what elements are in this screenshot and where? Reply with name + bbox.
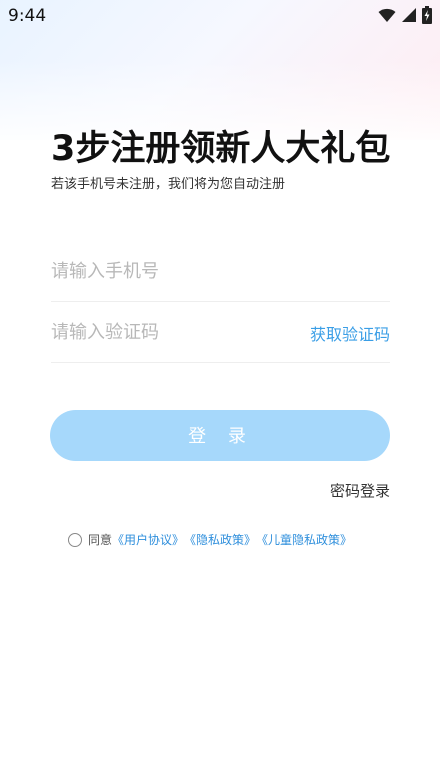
verification-code-input[interactable] <box>51 316 291 348</box>
cellular-signal-icon <box>402 8 416 22</box>
get-code-button[interactable]: 获取验证码 <box>310 321 390 345</box>
phone-input[interactable] <box>51 255 291 287</box>
agreement-row: 同意 《用户协议》 《隐私政策》 《儿童隐私政策》 <box>68 531 352 548</box>
status-time: 9:44 <box>8 6 47 26</box>
login-button[interactable]: 登 录 <box>50 410 390 461</box>
wifi-icon <box>378 8 396 22</box>
status-icons <box>378 6 432 24</box>
battery-charging-icon <box>422 6 432 24</box>
password-login-link[interactable]: 密码登录 <box>330 480 390 501</box>
status-bar: 9:44 <box>0 0 440 32</box>
verification-code-field: 获取验证码 <box>51 302 390 363</box>
user-agreement-link[interactable]: 《用户协议》 <box>112 531 184 548</box>
page-title: 3步注册领新人大礼包 <box>51 129 391 169</box>
privacy-policy-link[interactable]: 《隐私政策》 <box>184 531 256 548</box>
agree-radio-button[interactable] <box>68 532 82 547</box>
phone-field <box>51 241 390 302</box>
child-privacy-policy-link[interactable]: 《儿童隐私政策》 <box>256 531 352 548</box>
page-subtitle: 若该手机号未注册，我们将为您自动注册 <box>51 177 286 192</box>
agree-prefix: 同意 <box>88 533 113 547</box>
